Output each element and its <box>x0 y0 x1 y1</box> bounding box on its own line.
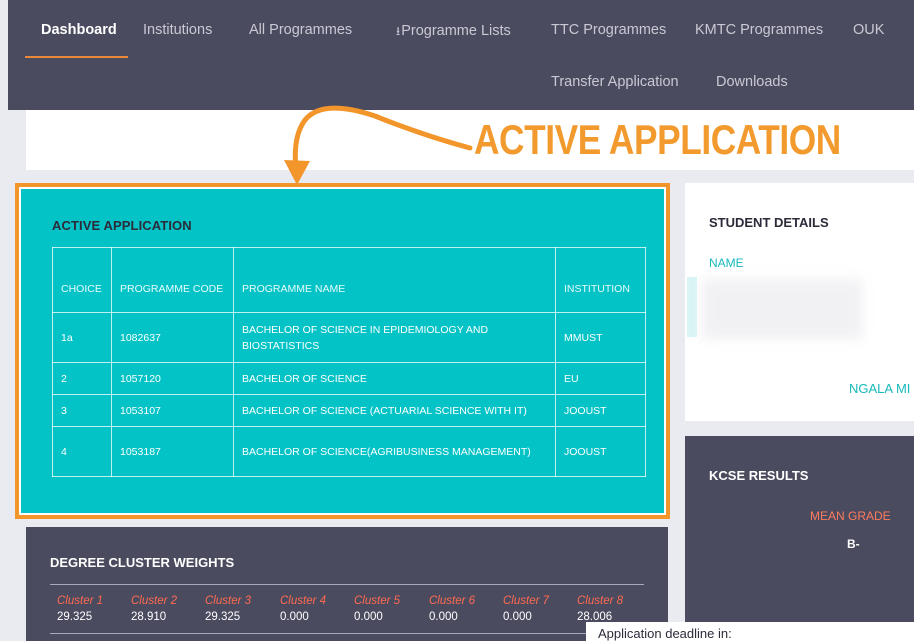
cell-code: 1053107 <box>111 394 234 427</box>
cluster-value: 28.910 <box>131 611 167 623</box>
cluster-label: Cluster 3 <box>205 595 252 607</box>
divider <box>50 633 644 634</box>
cell-name: BACHELOR OF SCIENCE(AGRIBUSINESS MANAGEM… <box>233 426 556 477</box>
header-choice: CHOICE <box>52 247 112 313</box>
row-highlight <box>687 277 697 337</box>
cluster-label: Cluster 6 <box>429 595 476 607</box>
table-header-row: CHOICE PROGRAMME CODE PROGRAMME NAME INS… <box>52 247 646 313</box>
kcse-results-card: KCSE RESULTS MEAN GRADE B- <box>685 436 914 641</box>
cell-choice: 1a <box>52 312 112 363</box>
cell-code: 1057120 <box>111 362 234 395</box>
nav-kmtc-programmes[interactable]: KMTC Programmes <box>695 22 823 38</box>
redacted-name <box>702 279 862 339</box>
nav-programme-lists[interactable]: ⭳Programme Lists <box>396 22 511 43</box>
cluster-value: 0.000 <box>429 611 458 623</box>
table-row: 2 1057120 BACHELOR OF SCIENCE EU <box>52 362 646 395</box>
cell-code: 1053187 <box>111 426 234 477</box>
cluster-label: Cluster 2 <box>131 595 178 607</box>
cell-institution: JOOUST <box>555 394 646 427</box>
student-details-card: STUDENT DETAILS NAME NGALA MI <box>685 183 914 421</box>
student-details-title: STUDENT DETAILS <box>709 215 829 230</box>
cluster-label: Cluster 4 <box>280 595 327 607</box>
cluster-label: Cluster 7 <box>503 595 550 607</box>
deadline-popup: Application deadline in: <box>586 622 914 641</box>
student-name-label: NAME <box>709 256 744 270</box>
cluster-value: 0.000 <box>280 611 309 623</box>
nav-programme-lists-label: Programme Lists <box>401 23 511 39</box>
cell-name: BACHELOR OF SCIENCE <box>233 362 556 395</box>
cell-name: BACHELOR OF SCIENCE (ACTUARIAL SCIENCE W… <box>233 394 556 427</box>
cell-institution: MMUST <box>555 312 646 363</box>
cluster-label: Cluster 1 <box>57 595 104 607</box>
header-institution: INSTITUTION <box>555 247 646 313</box>
cell-choice: 3 <box>52 394 112 427</box>
download-icon: ⭳ <box>396 24 401 38</box>
mean-grade-value: B- <box>847 537 860 551</box>
cluster-label: Cluster 5 <box>354 595 401 607</box>
cell-institution: EU <box>555 362 646 395</box>
cell-code: 1082637 <box>111 312 234 363</box>
nav-downloads[interactable]: Downloads <box>716 74 788 90</box>
cluster-label: Cluster 8 <box>577 595 624 607</box>
top-navbar: Dashboard Institutions All Programmes ⭳P… <box>8 0 914 110</box>
nav-all-programmes[interactable]: All Programmes <box>249 22 352 38</box>
cell-choice: 4 <box>52 426 112 477</box>
nav-transfer-application[interactable]: Transfer Application <box>551 74 679 90</box>
cluster-weights-card: DEGREE CLUSTER WEIGHTS Cluster 1 29.325 … <box>26 527 668 641</box>
active-application-title: ACTIVE APPLICATION <box>52 218 192 233</box>
cluster-weights-title: DEGREE CLUSTER WEIGHTS <box>50 555 235 570</box>
header-programme-code: PROGRAMME CODE <box>111 247 234 313</box>
cluster-value: 29.325 <box>205 611 241 623</box>
cell-institution: JOOUST <box>555 426 646 477</box>
mean-grade-label: MEAN GRADE <box>810 509 891 523</box>
nav-institutions[interactable]: Institutions <box>143 22 212 38</box>
cluster-value: 0.000 <box>503 611 532 623</box>
nav-dashboard[interactable]: Dashboard <box>41 22 117 38</box>
active-application-card: ACTIVE APPLICATION CHOICE PROGRAMME CODE… <box>21 189 664 513</box>
deadline-text: Application deadline in: <box>598 626 732 641</box>
student-name-value: NGALA MI <box>849 381 911 396</box>
divider <box>50 584 644 585</box>
active-tab-underline <box>25 56 128 58</box>
active-application-table: CHOICE PROGRAMME CODE PROGRAMME NAME INS… <box>52 247 646 477</box>
table-row: 1a 1082637 BACHELOR OF SCIENCE IN EPIDEM… <box>52 312 646 363</box>
cell-choice: 2 <box>52 362 112 395</box>
nav-ouk[interactable]: OUK <box>853 22 884 38</box>
table-row: 3 1053107 BACHELOR OF SCIENCE (ACTUARIAL… <box>52 394 646 427</box>
nav-ttc-programmes[interactable]: TTC Programmes <box>551 22 666 38</box>
annotation-label: ACTIVE APPLICATION <box>474 116 841 163</box>
active-application-highlight: ACTIVE APPLICATION CHOICE PROGRAMME CODE… <box>15 183 670 519</box>
cluster-value: 0.000 <box>354 611 383 623</box>
cluster-value: 29.325 <box>57 611 93 623</box>
header-programme-name: PROGRAMME NAME <box>233 247 556 313</box>
table-row: 4 1053187 BACHELOR OF SCIENCE(AGRIBUSINE… <box>52 426 646 477</box>
cell-name: BACHELOR OF SCIENCE IN EPIDEMIOLOGY AND … <box>233 312 556 363</box>
kcse-results-title: KCSE RESULTS <box>709 468 809 483</box>
